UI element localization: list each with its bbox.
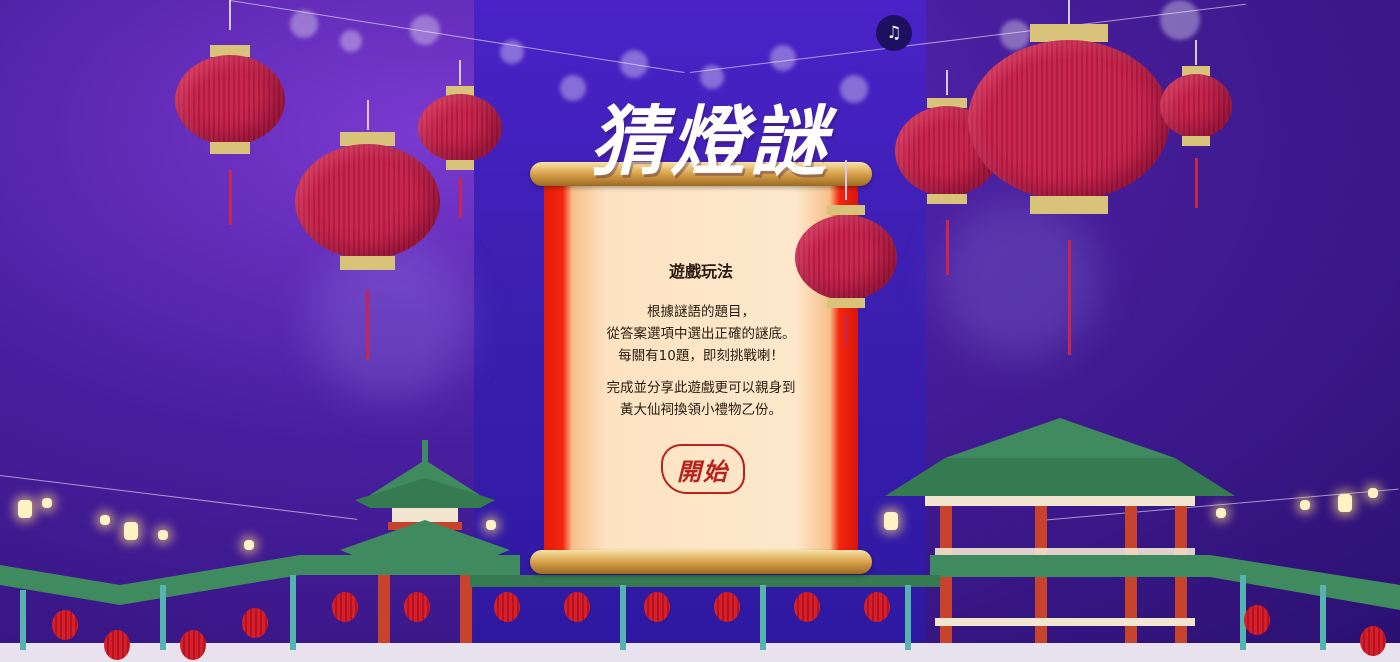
small-light-lantern	[1300, 500, 1310, 510]
corridor-lantern	[104, 630, 130, 660]
rule-line: 根據謎語的題目，	[647, 304, 755, 320]
small-light-lantern	[1368, 488, 1378, 498]
rule-line: 每關有10題，即刻挑戰喇！	[618, 348, 784, 364]
start-button[interactable]: 開始	[661, 444, 745, 494]
small-light-lantern	[18, 500, 32, 518]
corridor-lantern	[332, 592, 358, 622]
corridor-lantern	[52, 610, 78, 640]
corridor-lantern	[794, 592, 820, 622]
rules-paragraph: 完成並分享此遊戲更可以親身到 黃大仙祠換領小禮物乙份。	[530, 377, 872, 421]
hanging-lantern	[175, 0, 285, 230]
small-light-lantern	[1338, 494, 1352, 512]
corridor-lantern	[242, 608, 268, 638]
rule-line: 完成並分享此遊戲更可以親身到	[606, 380, 796, 396]
corridor-lantern	[714, 592, 740, 622]
rule-line: 從答案選項中選出正確的謎底。	[606, 326, 796, 342]
scroll-roller-bottom	[530, 550, 872, 574]
hanging-lantern	[418, 60, 502, 220]
small-light-lantern	[158, 530, 168, 540]
small-light-lantern	[42, 498, 52, 508]
corridor-lantern	[1244, 605, 1270, 635]
corridor-lantern	[180, 630, 206, 660]
corridor-lantern	[494, 592, 520, 622]
light-string	[0, 475, 358, 520]
corridor-lantern	[1360, 626, 1386, 656]
hanging-lantern	[1160, 40, 1232, 210]
small-light-lantern	[100, 515, 110, 525]
game-title: 猜燈謎	[590, 97, 830, 186]
corridor-lantern	[404, 592, 430, 622]
corridor-lantern	[864, 592, 890, 622]
bokeh-light	[770, 45, 796, 71]
bokeh-light	[340, 30, 362, 52]
corridor-lantern	[644, 592, 670, 622]
small-light-lantern	[124, 522, 138, 540]
hanging-lantern	[968, 0, 1170, 360]
small-light-lantern	[244, 540, 254, 550]
corridor-lantern	[564, 592, 590, 622]
music-note-icon: ♫	[886, 23, 902, 43]
rule-line: 黃大仙祠換領小禮物乙份。	[620, 402, 782, 418]
game-scene: 遊戲玩法 根據謎語的題目， 從答案選項中選出正確的謎底。 每關有10題，即刻挑戰…	[0, 0, 1400, 662]
music-toggle-button[interactable]: ♫	[876, 15, 912, 51]
